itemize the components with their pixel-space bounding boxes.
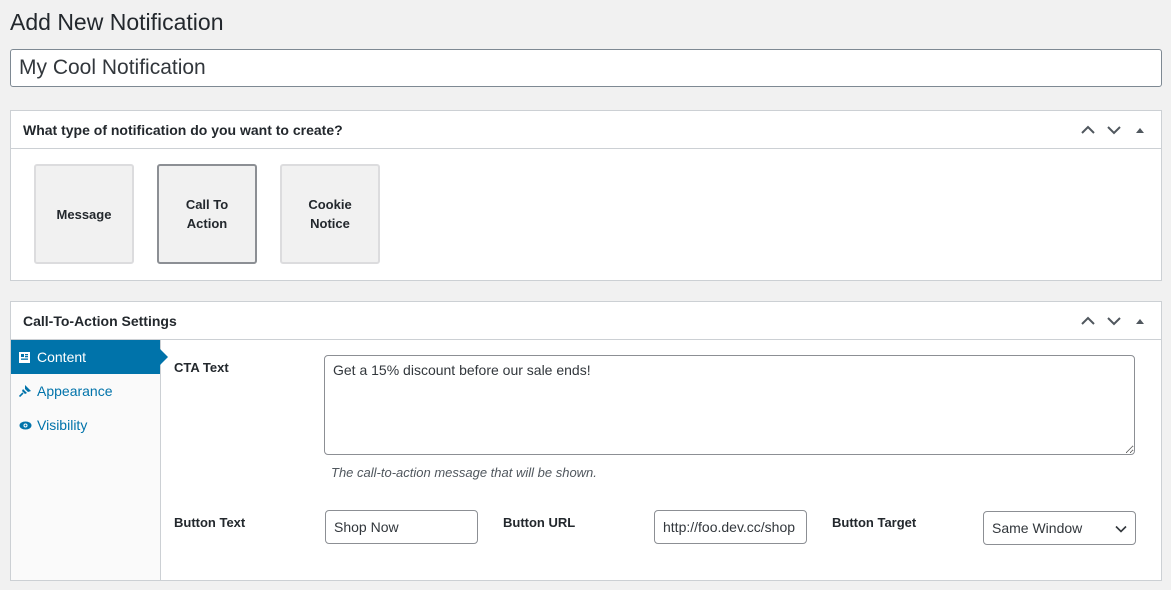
type-option-cookie-notice[interactable]: Cookie Notice (280, 164, 380, 264)
move-down-icon[interactable] (1101, 112, 1127, 148)
button-target-label: Button Target (832, 515, 917, 530)
settings-tabs: Content Appearance Visibility (11, 340, 168, 580)
move-down-icon[interactable] (1101, 303, 1127, 339)
collapse-toggle-icon[interactable] (1127, 303, 1153, 339)
button-url-input[interactable] (654, 510, 807, 544)
button-text-label: Button Text (174, 515, 246, 530)
tab-content-label: Content (37, 349, 87, 365)
cta-settings-box-header: Call-To-Action Settings (11, 302, 1161, 340)
button-target-select[interactable]: Same Window (983, 511, 1136, 545)
tab-visibility[interactable]: Visibility (11, 408, 160, 442)
notification-type-box-title: What type of notification do you want to… (23, 121, 343, 138)
type-option-message[interactable]: Message (34, 164, 134, 264)
button-text-input[interactable] (325, 510, 478, 544)
tab-appearance[interactable]: Appearance (11, 374, 160, 408)
move-up-icon[interactable] (1075, 303, 1101, 339)
cta-text-textarea[interactable]: Get a 15% discount before our sale ends! (324, 355, 1135, 455)
button-target-selected-value: Same Window (992, 520, 1083, 536)
button-url-label: Button URL (503, 515, 576, 530)
cta-settings-box-title: Call-To-Action Settings (23, 312, 177, 329)
eye-icon (19, 421, 37, 430)
collapse-toggle-icon[interactable] (1127, 112, 1153, 148)
type-option-call-to-action[interactable]: Call To Action (157, 164, 257, 264)
notification-type-options: Message Call To Action Cookie Notice (34, 164, 380, 264)
chevron-down-icon (1115, 520, 1127, 536)
content-icon (19, 351, 37, 363)
tab-appearance-label: Appearance (37, 383, 113, 399)
box-handle-actions (1075, 302, 1153, 340)
box-handle-actions (1075, 111, 1153, 149)
tab-content[interactable]: Content (11, 340, 168, 374)
notification-title-input[interactable] (10, 49, 1162, 87)
cta-settings-box: Call-To-Action Settings Content Appearan… (10, 301, 1162, 581)
pin-icon (19, 385, 37, 397)
cta-text-help: The call-to-action message that will be … (331, 465, 597, 480)
notification-type-box: What type of notification do you want to… (10, 110, 1162, 281)
tab-visibility-label: Visibility (37, 417, 88, 433)
notification-type-box-header: What type of notification do you want to… (11, 111, 1161, 149)
page-title: Add New Notification (10, 9, 224, 35)
cta-text-label: CTA Text (174, 360, 229, 375)
move-up-icon[interactable] (1075, 112, 1101, 148)
